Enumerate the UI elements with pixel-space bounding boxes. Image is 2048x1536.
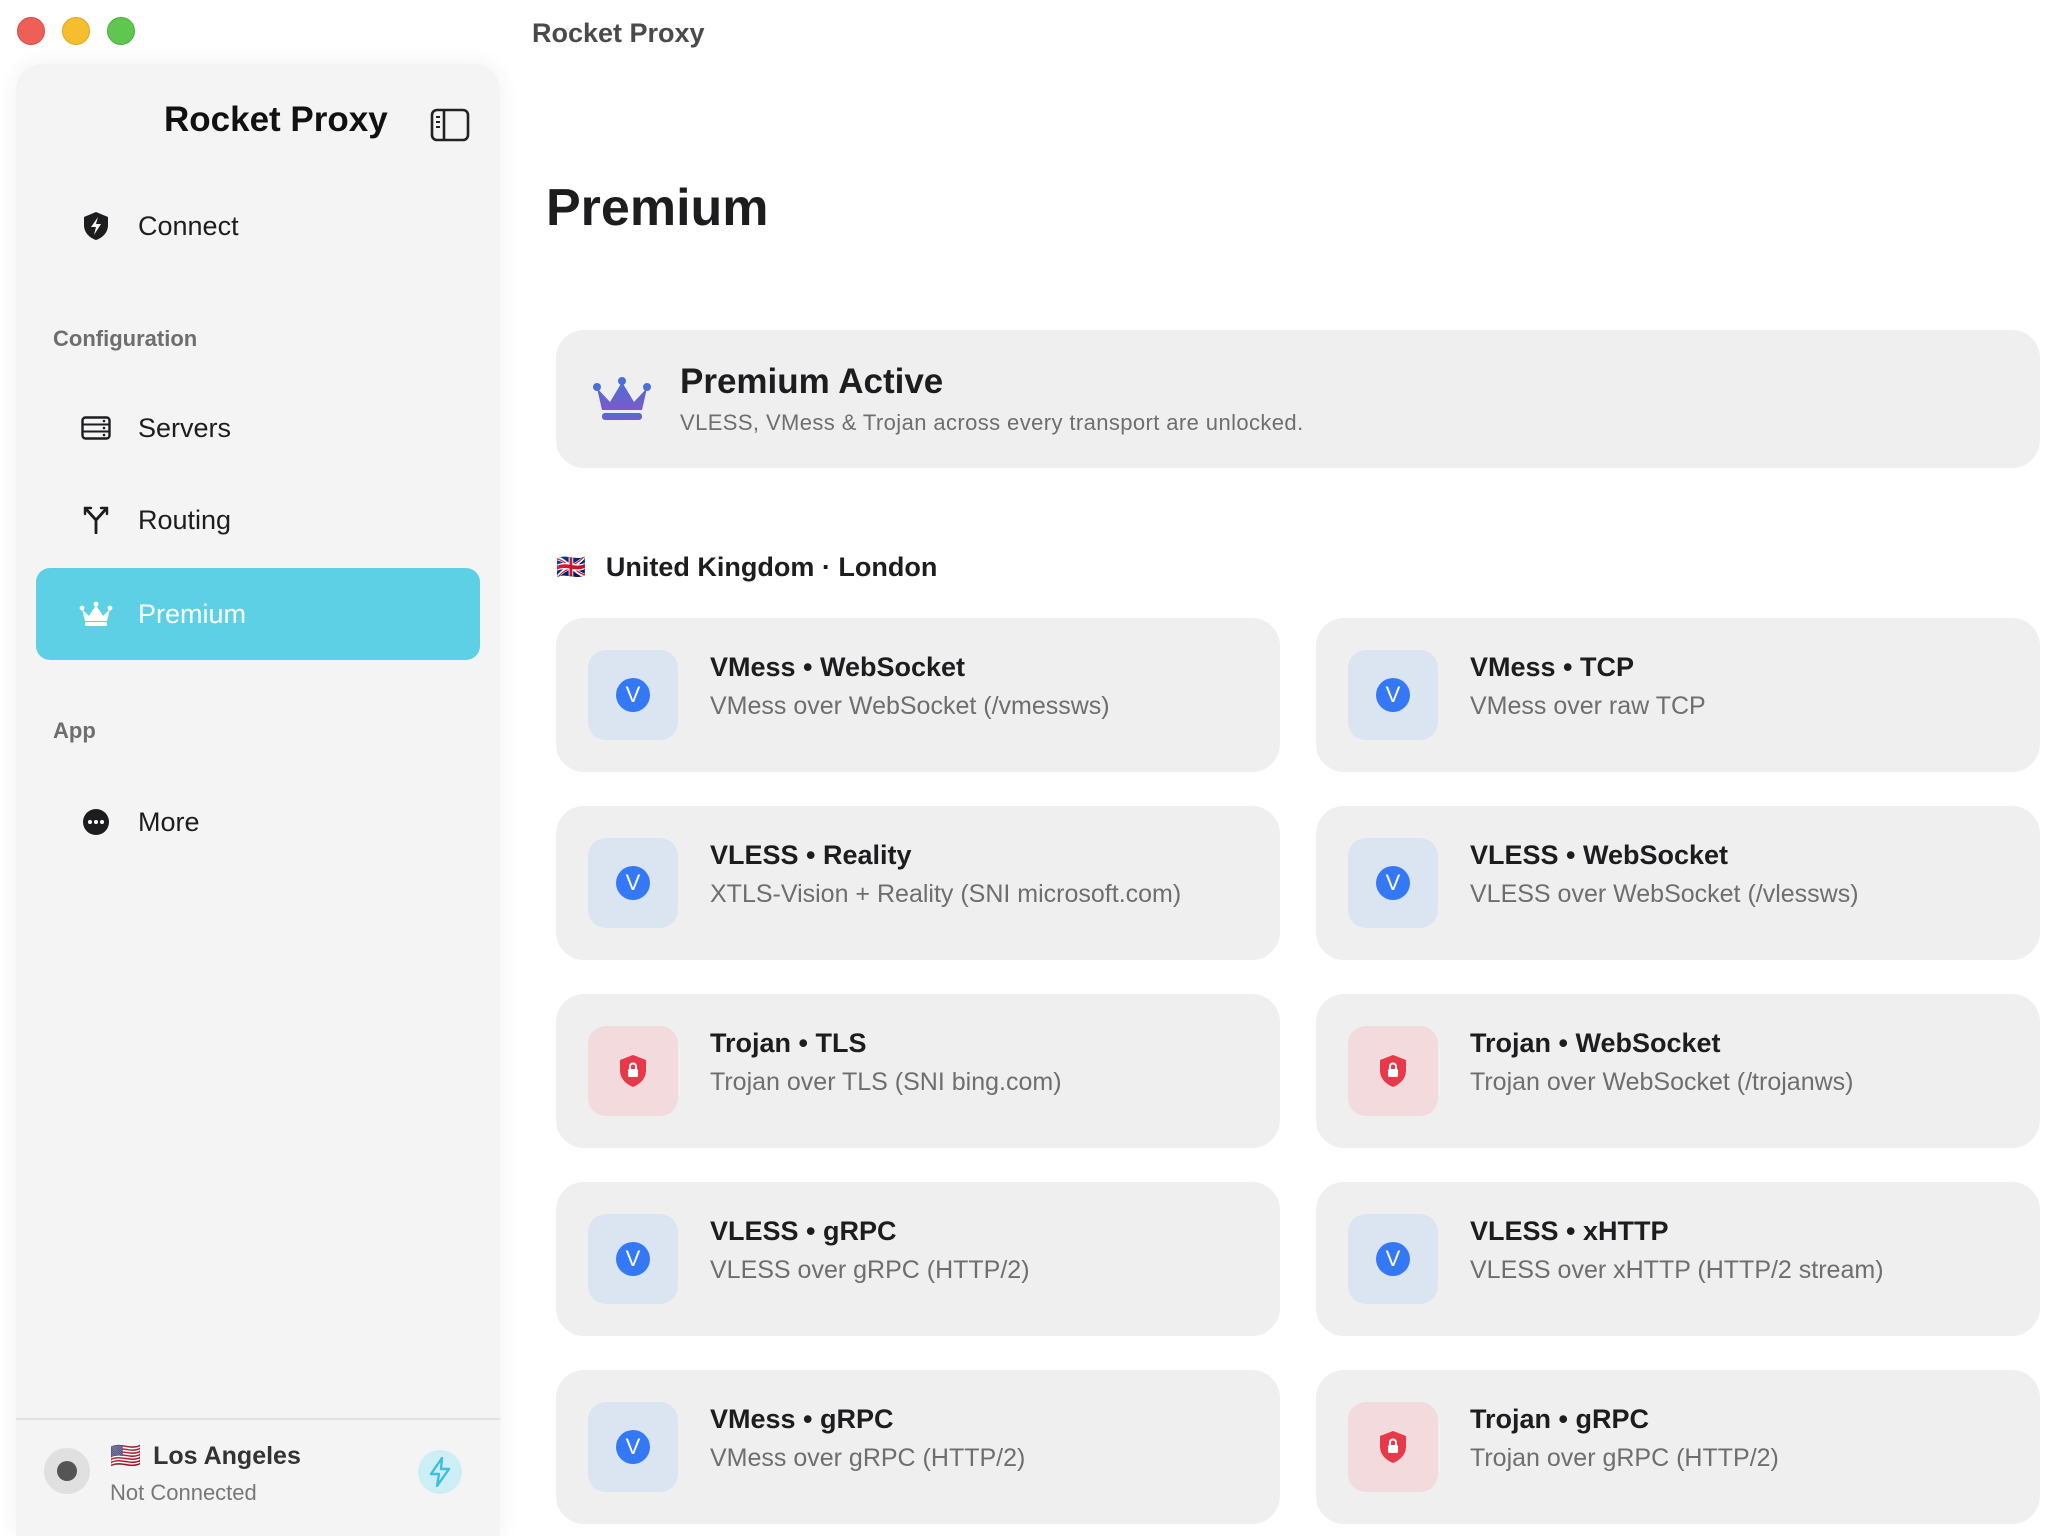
protocol-badge: V <box>616 1242 650 1276</box>
server-card[interactable]: V VLESS • gRPC VLESS over gRPC (HTTP/2) <box>556 1182 1280 1336</box>
server-card-subtitle: VLESS over gRPC (HTTP/2) <box>710 1256 1030 1284</box>
sidebar-item-connect[interactable]: Connect <box>36 180 480 272</box>
server-card-title: Trojan • TLS <box>710 1028 867 1058</box>
server-card[interactable]: Trojan • TLS Trojan over TLS (SNI bing.co… <box>556 994 1280 1148</box>
region-label: United Kingdom · London <box>605 552 938 582</box>
sidebar-item-label: Premium <box>138 598 247 629</box>
sidebar-toggle-button[interactable] <box>430 108 470 142</box>
protocol-v-icon: V <box>1348 1214 1438 1304</box>
zoom-window-button[interactable] <box>107 17 135 45</box>
server-card[interactable]: V VLESS • WebSocket VLESS over WebSocket (… <box>1316 806 2040 960</box>
flag-us-icon: 🇺🇸 <box>110 1442 142 1470</box>
protocol-v-icon: V <box>1348 650 1438 740</box>
server-card-subtitle: VMess over gRPC (HTTP/2) <box>710 1444 1026 1472</box>
server-card-title: VLESS • Reality <box>710 840 912 870</box>
protocol-badge: V <box>616 866 650 900</box>
minimize-window-button[interactable] <box>62 17 90 45</box>
protocol-v-icon: V <box>588 1214 678 1304</box>
app-window: Rocket Proxy Rocket Proxy Connect Config… <box>0 0 2048 1536</box>
sidebar-item-servers[interactable]: Servers <box>36 382 480 474</box>
server-card-title: VLESS • gRPC <box>710 1216 897 1246</box>
connection-status-bar: 🇺🇸 Los Angeles Not Connected <box>16 1418 500 1536</box>
server-card[interactable]: V VMess • gRPC VMess over gRPC (HTTP/2) <box>556 1370 1280 1524</box>
shield-lock-icon <box>1348 1026 1438 1116</box>
server-card[interactable]: V VLESS • xHTTP VLESS over xHTTP (HTTP/2 s… <box>1316 1182 2040 1336</box>
crown-icon <box>592 376 652 422</box>
server-card-subtitle: Trojan over TLS (SNI bing.com) <box>710 1068 1062 1096</box>
sidebar-item-label: More <box>138 806 200 837</box>
server-card[interactable]: Trojan • gRPC Trojan over gRPC (HTTP/2) <box>1316 1370 2040 1524</box>
flag-uk-icon: 🇬🇧 <box>556 554 586 581</box>
sidebar-item-premium[interactable]: Premium <box>36 568 480 660</box>
routing-fork-icon <box>78 502 114 538</box>
server-card[interactable]: Trojan • WebSocket Trojan over WebSocket … <box>1316 994 2040 1148</box>
server-card[interactable]: V VMess • WebSocket VMess over WebSocket (… <box>556 618 1280 772</box>
lightning-bolt-icon <box>429 1457 451 1487</box>
protocol-v-icon: V <box>588 1402 678 1492</box>
location-label: Los Angeles <box>153 1442 301 1470</box>
sidebar-item-label: Routing <box>138 504 232 535</box>
protocol-v-icon: V <box>588 838 678 928</box>
connection-status-text: Not Connected <box>110 1480 257 1505</box>
protocol-v-icon: V <box>588 650 678 740</box>
server-card-title: Trojan • gRPC <box>1470 1404 1649 1434</box>
protocol-badge: V <box>616 678 650 712</box>
protocol-badge: V <box>1376 1242 1410 1276</box>
close-window-button[interactable] <box>17 17 45 45</box>
server-card-subtitle: VMess over WebSocket (/vmessws) <box>710 692 1110 720</box>
section-label-configuration: Configuration <box>53 326 198 351</box>
page-title: Premium <box>546 179 769 237</box>
current-location[interactable]: 🇺🇸 Los Angeles <box>110 1442 301 1471</box>
server-rack-icon <box>78 410 114 446</box>
crown-icon <box>78 596 114 632</box>
protocol-badge: V <box>616 1430 650 1464</box>
server-card[interactable]: V VLESS • Reality XTLS-Vision + Reality (S… <box>556 806 1280 960</box>
shield-bolt-icon <box>78 208 114 244</box>
banner-subtitle: VLESS, VMess & Trojan across every trans… <box>680 410 1304 435</box>
server-card-title: VMess • gRPC <box>710 1404 894 1434</box>
server-card-title: VLESS • WebSocket <box>1470 840 1729 870</box>
server-card-subtitle: VLESS over WebSocket (/vlessws) <box>1470 880 1859 908</box>
sidebar: Rocket Proxy Connect Configuration Serve… <box>16 64 500 1536</box>
protocol-v-icon: V <box>1348 838 1438 928</box>
server-card-subtitle: VLESS over xHTTP (HTTP/2 stream) <box>1470 1256 1884 1284</box>
protocol-badge: V <box>1376 866 1410 900</box>
sidebar-app-title: Rocket Proxy <box>164 100 388 139</box>
sidebar-toggle-icon <box>430 108 470 142</box>
server-card[interactable]: V VMess • TCP VMess over raw TCP <box>1316 618 2040 772</box>
banner-title: Premium Active <box>680 362 944 401</box>
server-card-title: VLESS • xHTTP <box>1470 1216 1669 1246</box>
server-card-subtitle: VMess over raw TCP <box>1470 692 1706 720</box>
region-header: 🇬🇧 United Kingdom · London <box>556 552 937 583</box>
server-card-subtitle: XTLS-Vision + Reality (SNI microsoft.com… <box>710 880 1182 908</box>
sidebar-item-more[interactable]: More <box>36 776 480 868</box>
server-card-title: VMess • TCP <box>1470 652 1635 682</box>
shield-lock-icon <box>1348 1402 1438 1492</box>
window-title: Rocket Proxy <box>532 18 705 48</box>
sidebar-item-label: Connect <box>138 210 239 241</box>
shield-lock-icon <box>588 1026 678 1116</box>
quick-connect-button[interactable] <box>418 1450 462 1494</box>
protocol-badge: V <box>1376 678 1410 712</box>
status-dot-icon <box>57 1461 77 1481</box>
sidebar-item-label: Servers <box>138 412 232 443</box>
window-controls <box>17 17 135 45</box>
sidebar-item-routing[interactable]: Routing <box>36 474 480 566</box>
sidebar-header: Rocket Proxy <box>16 100 500 150</box>
server-card-title: VMess • WebSocket <box>710 652 966 682</box>
connection-indicator <box>44 1448 90 1494</box>
server-card-subtitle: Trojan over gRPC (HTTP/2) <box>1470 1444 1779 1472</box>
premium-status-banner: Premium Active VLESS, VMess & Trojan acr… <box>556 330 2040 468</box>
server-card-title: Trojan • WebSocket <box>1470 1028 1721 1058</box>
server-card-subtitle: Trojan over WebSocket (/trojanws) <box>1470 1068 1854 1096</box>
ellipsis-circle-icon <box>78 804 114 840</box>
section-label-app: App <box>53 718 96 743</box>
